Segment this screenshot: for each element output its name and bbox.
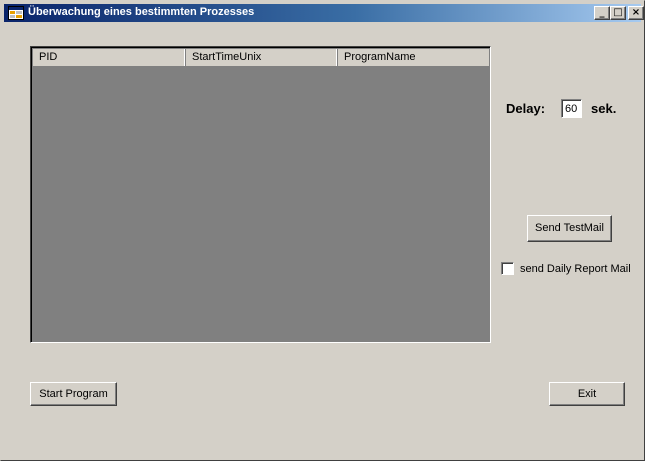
send-testmail-button[interactable]: Send TestMail: [527, 215, 612, 242]
process-list-view[interactable]: PID StartTimeUnix ProgramName: [30, 46, 491, 343]
column-header-programname[interactable]: ProgramName: [338, 49, 489, 66]
daily-report-label[interactable]: send Daily Report Mail: [520, 263, 631, 275]
maximize-button[interactable]: □: [610, 6, 626, 20]
app-form-icon: [8, 5, 24, 21]
main-window: Überwachung eines bestimmten Prozesses _…: [0, 0, 645, 461]
delay-input[interactable]: [561, 99, 582, 118]
minimize-button[interactable]: _: [594, 6, 610, 20]
title-bar[interactable]: Überwachung eines bestimmten Prozesses _…: [4, 4, 644, 22]
column-header-pid[interactable]: PID: [33, 49, 186, 66]
exit-button[interactable]: Exit: [549, 382, 625, 406]
close-button[interactable]: ×: [628, 6, 644, 20]
list-header: PID StartTimeUnix ProgramName: [33, 49, 489, 66]
minimize-icon: _: [599, 7, 605, 18]
delay-label: Delay:: [506, 101, 546, 116]
column-header-starttimeunix[interactable]: StartTimeUnix: [186, 49, 338, 66]
start-program-button[interactable]: Start Program: [30, 382, 117, 406]
daily-report-checkbox[interactable]: [501, 262, 514, 275]
delay-unit-label: sek.: [591, 101, 617, 116]
window-title: Überwachung eines bestimmten Prozesses: [28, 6, 255, 18]
maximize-icon: □: [613, 7, 623, 18]
close-icon: ×: [631, 7, 641, 18]
